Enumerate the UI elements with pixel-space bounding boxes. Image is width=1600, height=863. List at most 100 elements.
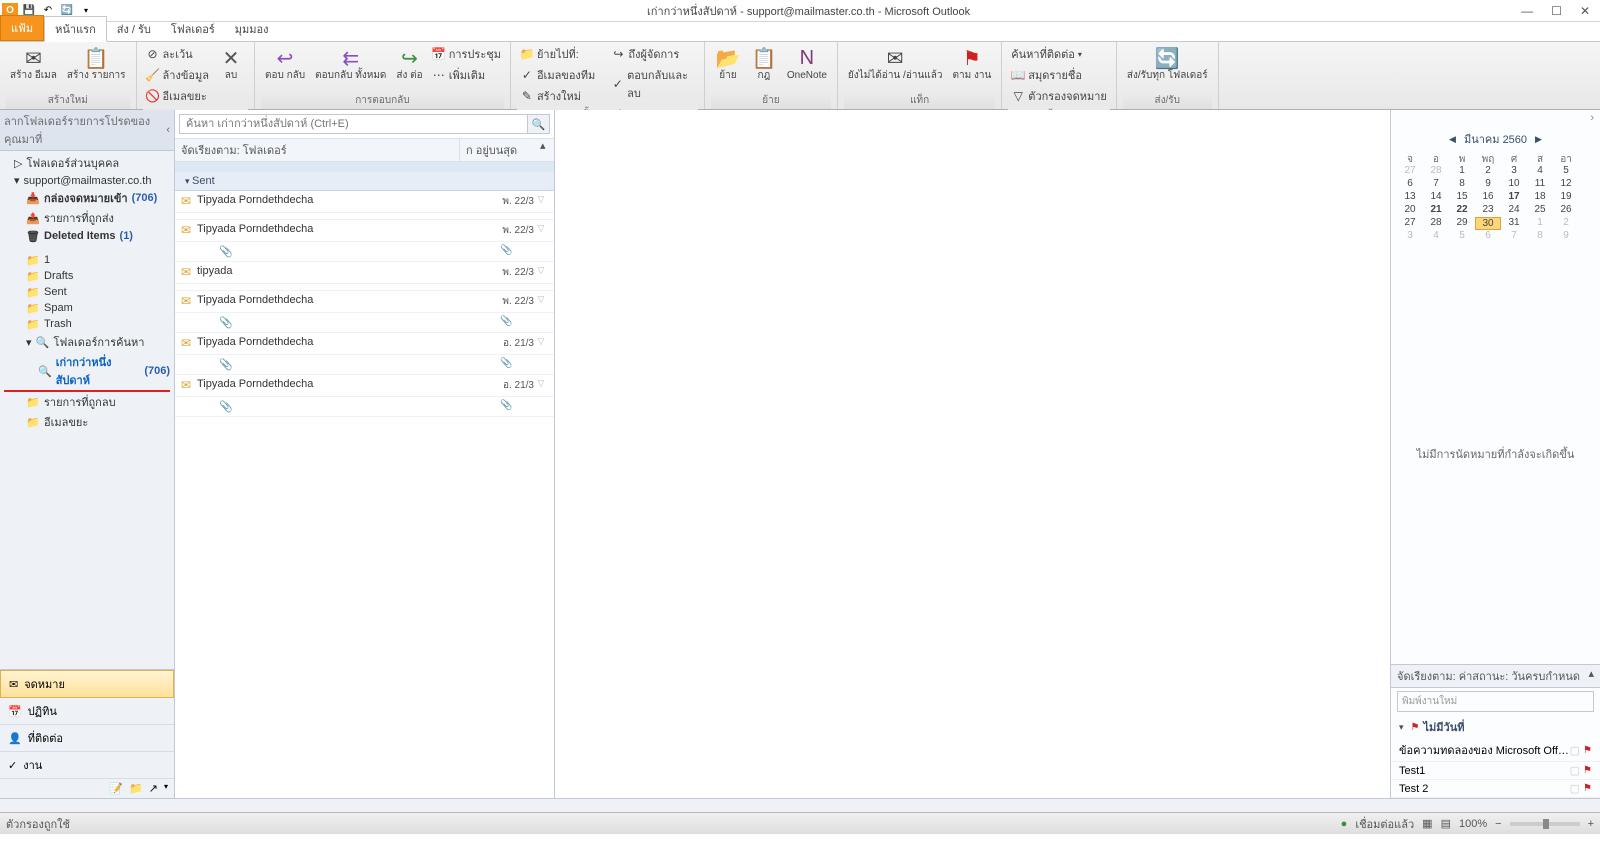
folder-drafts[interactable]: 📁Drafts (0, 268, 174, 284)
sendreceive-button[interactable]: 🔄ส่ง/รับทุก โฟลเดอร์ (1123, 44, 1212, 92)
folder-account[interactable]: ▾support@mailmaster.co.th (0, 173, 174, 188)
flag-icon[interactable]: ▽ (534, 194, 548, 205)
new-email-button[interactable]: ✉สร้าง อีเมล (6, 44, 61, 92)
calendar-day[interactable]: 31 (1501, 217, 1527, 230)
calendar-day[interactable]: 5 (1449, 230, 1475, 243)
calendar-day[interactable]: 11 (1527, 178, 1553, 191)
folder-inbox[interactable]: 📥กล่องจดหมายเข้า (706) (0, 188, 174, 208)
calendar-day[interactable]: 1 (1527, 217, 1553, 230)
folder-sentitems[interactable]: 📤รายการที่ถูกส่ง (0, 208, 174, 228)
flag-icon[interactable]: ▽ (534, 378, 548, 389)
calendar-day[interactable]: 1 (1449, 165, 1475, 178)
nav-folders-icon[interactable]: 📁 (129, 782, 143, 795)
scroll-up-icon[interactable]: ▴ (540, 139, 554, 161)
calendar-day[interactable]: 24 (1501, 204, 1527, 217)
nav-configure-icon[interactable]: ▾ (164, 782, 168, 795)
calendar-day[interactable]: 9 (1475, 178, 1501, 191)
chevron-up-icon[interactable]: ▴ (1588, 667, 1594, 685)
next-month-icon[interactable]: ▶ (1535, 134, 1542, 145)
message-row[interactable]: ✉Tipyada Porndethdechaพ. 22/3▽ (175, 191, 554, 213)
folder-older-week[interactable]: 🔍เก่ากว่าหนึ่งสัปดาห์ (706) (0, 352, 174, 390)
task-row[interactable]: Test1▢⚑ (1391, 762, 1600, 780)
calendar-day[interactable]: 29 (1449, 217, 1475, 230)
calendar-day[interactable]: 21 (1423, 204, 1449, 217)
zoom-slider[interactable] (1510, 822, 1580, 826)
filter-button[interactable]: ▽ตัวกรองจดหมาย (1008, 86, 1110, 106)
ignore-button[interactable]: ⊘ละเว้น (143, 44, 212, 64)
onenote-button[interactable]: NOneNote (783, 44, 831, 92)
category-icon[interactable]: ▢ (1570, 744, 1580, 757)
followup-button[interactable]: ⚑ตาม งาน (948, 44, 995, 92)
folder-personal[interactable]: ▷โฟลเดอร์ส่วนบุคคล (0, 153, 174, 173)
addressbook-button[interactable]: 📖สมุดรายชื่อ (1008, 65, 1110, 85)
nav-notes-icon[interactable]: 📝 (109, 782, 123, 795)
calendar-day[interactable]: 4 (1423, 230, 1449, 243)
junk-button[interactable]: 🚫อีเมลขยะ (143, 86, 212, 106)
new-task-input[interactable]: พิมพ์งานใหม่ (1397, 691, 1594, 712)
reply-all-button[interactable]: ⇇ตอบกลับ ทั้งหมด (311, 44, 390, 92)
tab-view[interactable]: มุมมอง (225, 17, 279, 41)
unread-button[interactable]: ✉ยังไม่ได้อ่าน /อ่านแล้ว (844, 44, 947, 92)
folder-deleteditems[interactable]: 📁รายการที่ถูกลบ (0, 392, 174, 412)
nav-tasks[interactable]: ✓งาน (0, 752, 174, 779)
calendar-day[interactable]: 13 (1397, 191, 1423, 204)
tab-file[interactable]: แฟ้ม (0, 15, 44, 41)
flag-icon[interactable]: ⚑ (1583, 745, 1592, 756)
calendar-day[interactable]: 27 (1397, 165, 1423, 178)
calendar-day[interactable]: 9 (1553, 230, 1579, 243)
search-button[interactable]: 🔍 (527, 115, 549, 133)
collapse-todo-icon[interactable]: › (1391, 110, 1600, 126)
more-respond-button[interactable]: ⋯เพิ่มเติม (429, 65, 504, 85)
quick-moveto[interactable]: 📁ย้ายไปที่: (517, 44, 606, 64)
flag-icon[interactable]: ▽ (534, 336, 548, 347)
quick-teamemail[interactable]: ✓อีเมลของทีม (517, 65, 606, 85)
move-button[interactable]: 📂ย้าย (711, 44, 745, 92)
folder-sent[interactable]: 📁Sent (0, 284, 174, 300)
nav-contacts[interactable]: 👤ที่ติดต่อ (0, 725, 174, 752)
calendar-day[interactable]: 30 (1475, 217, 1501, 230)
forward-button[interactable]: ↪ส่ง ต่อ (392, 44, 426, 92)
nav-calendar[interactable]: 📅ปฏิทิน (0, 698, 174, 725)
search-input[interactable] (180, 115, 527, 133)
calendar-day[interactable]: 4 (1527, 165, 1553, 178)
calendar-day[interactable]: 2 (1475, 165, 1501, 178)
calendar-day[interactable]: 26 (1553, 204, 1579, 217)
flag-icon[interactable]: ▽ (534, 294, 548, 305)
calendar-day[interactable]: 8 (1527, 230, 1553, 243)
calendar-day[interactable]: 18 (1527, 191, 1553, 204)
flag-icon[interactable]: ▽ (534, 265, 548, 276)
message-row[interactable]: ✉Tipyada Porndethdechaอ. 21/3▽ (175, 333, 554, 355)
calendar-day[interactable]: 10 (1501, 178, 1527, 191)
task-row[interactable]: ข้อความทดลองของ Microsoft Office Ou...▢⚑ (1391, 739, 1600, 762)
message-row[interactable]: ✉Tipyada Porndethdechaพ. 22/3▽ (175, 220, 554, 242)
minimize-button[interactable]: — (1521, 4, 1533, 18)
zoom-in-icon[interactable]: + (1588, 818, 1594, 830)
calendar-day[interactable]: 12 (1553, 178, 1579, 191)
list-group-sent[interactable]: Sent (175, 172, 554, 191)
calendar-day[interactable]: 20 (1397, 204, 1423, 217)
calendar-day[interactable]: 28 (1423, 165, 1449, 178)
calendar-day[interactable]: 6 (1397, 178, 1423, 191)
sort-order[interactable]: ก อยู่บนสุด (460, 139, 540, 161)
nav-mail[interactable]: ✉จดหมาย (0, 670, 174, 698)
calendar-day[interactable]: 14 (1423, 191, 1449, 204)
category-icon[interactable]: ▢ (1570, 782, 1580, 795)
nav-shortcuts-icon[interactable]: ↗ (149, 782, 158, 795)
calendar-day[interactable]: 17 (1501, 191, 1527, 204)
calendar-day[interactable]: 5 (1553, 165, 1579, 178)
view-normal-icon[interactable]: ▦ (1422, 817, 1432, 830)
calendar-day[interactable]: 7 (1423, 178, 1449, 191)
calendar-day[interactable]: 23 (1475, 204, 1501, 217)
message-row[interactable]: ✉tipyadaพ. 22/3▽ (175, 262, 554, 284)
category-icon[interactable]: ▢ (1570, 764, 1580, 777)
calendar-day[interactable]: 3 (1397, 230, 1423, 243)
folder-search-folders[interactable]: ▾🔍โฟลเดอร์การค้นหา (0, 332, 174, 352)
prev-month-icon[interactable]: ◀ (1449, 134, 1456, 145)
message-row[interactable]: ✉Tipyada Porndethdechaพ. 22/3▽ (175, 291, 554, 313)
arrange-by[interactable]: จัดเรียงตาม: โฟลเดอร์ (175, 139, 460, 161)
tab-send-receive[interactable]: ส่ง / รับ (107, 17, 161, 41)
zoom-out-icon[interactable]: − (1495, 818, 1501, 830)
close-button[interactable]: ✕ (1580, 4, 1590, 18)
calendar-day[interactable]: 15 (1449, 191, 1475, 204)
calendar-day[interactable]: 3 (1501, 165, 1527, 178)
